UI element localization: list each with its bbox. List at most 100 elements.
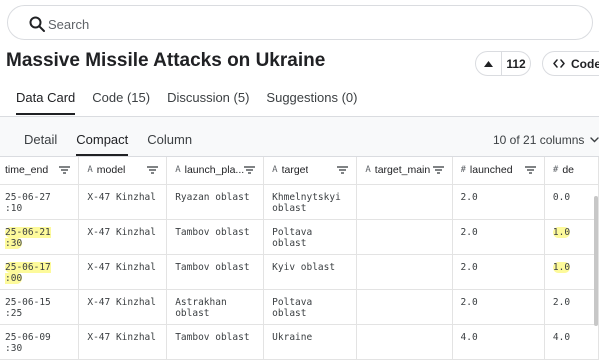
- column-header[interactable]: time_end: [0, 157, 80, 185]
- cell-value: Ukraine: [272, 331, 313, 343]
- table-row[interactable]: 25-06-15 :25 X-47 Kinzhal Astrakhan oblast…: [0, 289, 599, 325]
- column-count-label: 10 of 21 columns: [493, 133, 585, 147]
- table-cell: Poltava oblast: [263, 289, 358, 325]
- cell-value: 2.0: [552, 296, 571, 308]
- cell-value: 25-06-15 :25: [5, 296, 51, 319]
- table-cell: 2.0: [452, 254, 545, 290]
- table-cell: 4.0: [544, 324, 599, 360]
- code-icon: [553, 59, 565, 68]
- tab-code[interactable]: Code (15): [92, 89, 150, 117]
- table-cell: [356, 324, 453, 360]
- tab-discussion[interactable]: Discussion (5): [167, 89, 249, 117]
- upvote-widget: 112: [475, 51, 531, 76]
- table-cell: X-47 Kinzhal: [78, 289, 168, 325]
- table-cell: 25-06-21 :30: [0, 219, 80, 255]
- column-header-label: target_main: [374, 164, 431, 177]
- dataset-tabs: Data Card Code (15) Discussion (5) Sugge…: [16, 89, 374, 117]
- table-cell: X-47 Kinzhal: [78, 254, 168, 290]
- cell-value: Ryazan oblast: [175, 191, 250, 203]
- table-cell: 2.0: [452, 184, 545, 220]
- data-table: time_end Amodel Alaunch_pla... Atarget Atarg…: [0, 156, 599, 360]
- sort-filter-icon[interactable]: [244, 166, 256, 174]
- cell-value: Kyiv oblast: [272, 261, 336, 273]
- tab-data-card[interactable]: Data Card: [16, 89, 76, 117]
- upvote-button[interactable]: [476, 52, 502, 75]
- cell-value: 4.0: [552, 331, 571, 343]
- cell-value: Tambov oblast: [175, 226, 250, 238]
- table-row[interactable]: 25-06-17 :00 X-47 Kinzhal Tambov oblast Kyi…: [0, 254, 599, 290]
- table-cell: Khmelnytskyi oblast: [263, 184, 358, 220]
- table-row[interactable]: 25-06-27 :10 X-47 Kinzhal Ryazan oblast Khm…: [0, 184, 599, 220]
- table-cell: X-47 Kinzhal: [78, 184, 168, 220]
- search-input[interactable]: [46, 13, 570, 35]
- cell-value: Poltava oblast: [272, 296, 313, 319]
- view-tab-column[interactable]: Column: [147, 132, 192, 147]
- sort-filter-icon[interactable]: [524, 166, 536, 174]
- cell-value: Khmelnytskyi oblast: [272, 191, 341, 214]
- view-tab-compact[interactable]: Compact: [76, 132, 129, 156]
- table-cell: Ukraine: [263, 324, 358, 360]
- cell-value: 1.0: [552, 226, 571, 238]
- table-cell: Tambov oblast: [166, 254, 265, 290]
- caret-up-icon: [484, 60, 493, 67]
- sort-filter-icon[interactable]: [147, 166, 159, 174]
- code-button-label: Code: [571, 56, 599, 71]
- table-cell: 1.0: [544, 254, 599, 290]
- table-cell: Poltava oblast: [263, 219, 358, 255]
- search-bar[interactable]: [7, 5, 593, 40]
- cell-value: 0.0: [552, 191, 571, 203]
- column-header[interactable]: Amodel: [78, 157, 168, 185]
- table-cell: Kyiv oblast: [263, 254, 358, 290]
- cell-value: 2.0: [460, 296, 478, 308]
- table-cell: 1.0: [544, 219, 599, 255]
- column-count-dropdown[interactable]: 10 of 21 columns: [493, 133, 599, 147]
- cell-value: 25-06-17 :00: [5, 261, 51, 284]
- string-type-icon: A: [87, 165, 93, 176]
- table-cell: 2.0: [452, 219, 545, 255]
- column-header[interactable]: Atarget: [263, 157, 358, 185]
- column-header-label: launch_pla...: [184, 164, 245, 177]
- table-row[interactable]: 25-06-09 :30 X-47 Kinzhal Tambov oblast Ukr…: [0, 324, 599, 360]
- page-title: Massive Missile Attacks on Ukraine: [6, 50, 326, 71]
- search-icon: [29, 16, 45, 32]
- column-header-label: time_end: [5, 164, 49, 177]
- column-header[interactable]: Alaunch_pla...: [166, 157, 265, 185]
- column-header-label: target: [281, 164, 309, 177]
- column-header[interactable]: Atarget_main: [356, 157, 453, 185]
- vote-count: 112: [506, 56, 526, 71]
- table-cell: Tambov oblast: [166, 219, 265, 255]
- cell-value: 25-06-09 :30: [5, 331, 51, 354]
- table-cell: Ryazan oblast: [166, 184, 265, 220]
- table-cell: [356, 254, 453, 290]
- cell-value: 2.0: [460, 226, 478, 238]
- vertical-scrollbar[interactable]: [594, 196, 598, 326]
- string-type-icon: A: [272, 165, 278, 176]
- table-cell: 25-06-09 :30: [0, 324, 80, 360]
- cell-value: 25-06-27 :10: [5, 191, 51, 214]
- view-tab-detail[interactable]: Detail: [24, 132, 57, 147]
- table-cell: 25-06-17 :00: [0, 254, 80, 290]
- sort-filter-icon[interactable]: [337, 166, 349, 174]
- cell-value: Tambov oblast: [175, 261, 250, 273]
- table-cell: X-47 Kinzhal: [78, 219, 168, 255]
- table-cell: [356, 289, 453, 325]
- table-cell: 0.0: [544, 184, 599, 220]
- cell-value: 25-06-21 :30: [5, 226, 51, 249]
- sort-filter-icon[interactable]: [432, 166, 444, 174]
- numeric-type-icon: #: [552, 165, 559, 176]
- code-button[interactable]: Code: [542, 51, 599, 76]
- cell-value: X-47 Kinzhal: [87, 261, 156, 273]
- table-header-row: time_end Amodel Alaunch_pla... Atarget Atarg…: [0, 157, 599, 185]
- table-cell: 25-06-27 :10: [0, 184, 80, 220]
- cell-value: Poltava oblast: [272, 226, 313, 249]
- cell-value: 4.0: [460, 331, 478, 343]
- numeric-type-icon: #: [460, 165, 466, 176]
- table-row[interactable]: 25-06-21 :30 X-47 Kinzhal Tambov oblast Pol…: [0, 219, 599, 255]
- sort-filter-icon[interactable]: [59, 166, 71, 174]
- tab-suggestions[interactable]: Suggestions (0): [266, 89, 357, 117]
- column-header[interactable]: # de: [544, 157, 599, 185]
- cell-value: X-47 Kinzhal: [87, 191, 156, 203]
- column-header[interactable]: # launched: [452, 157, 545, 185]
- chevron-down-icon: [590, 137, 599, 143]
- string-type-icon: A: [175, 165, 181, 176]
